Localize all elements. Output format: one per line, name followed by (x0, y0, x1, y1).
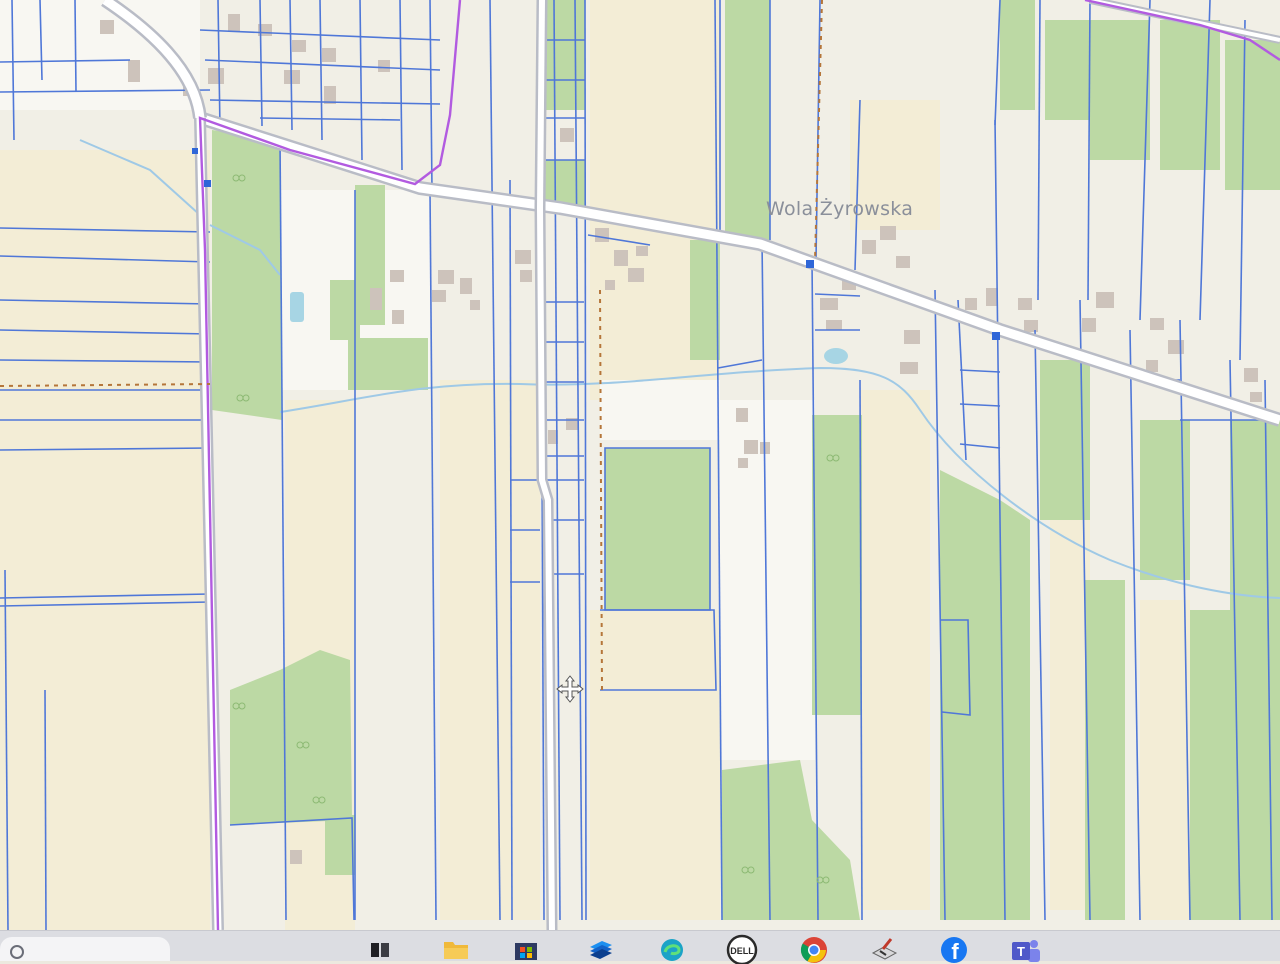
move-cursor-icon (556, 675, 584, 703)
taskbar: DELL f T (0, 930, 1280, 964)
teams-icon-text: T (1017, 944, 1025, 959)
taskbar-search-box[interactable] (0, 937, 170, 961)
map-canvas[interactable] (0, 0, 1280, 930)
map-view[interactable]: Wola Żyrowska (0, 0, 1280, 930)
dell-icon-text: DELL (730, 946, 754, 956)
search-icon (10, 945, 24, 959)
place-label: Wola Żyrowska (766, 198, 914, 220)
facebook-icon-text: f (951, 939, 959, 964)
